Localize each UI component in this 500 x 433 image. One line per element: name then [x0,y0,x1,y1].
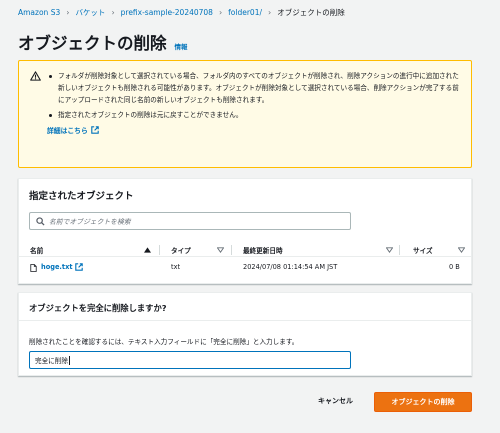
column-divider[interactable] [231,245,232,255]
breadcrumb: Amazon S3 › バケット › prefix-sample-2024070… [18,7,345,18]
sort-descending-icon[interactable] [458,247,465,253]
breadcrumb-current: オブジェクトの削除 [277,8,345,17]
objects-panel: 指定されたオブジェクト 名前でオブジェクトを検索 名前 タイプ 最終更新日時 サ… [18,178,472,284]
breadcrumb-buckets[interactable]: バケット [75,7,105,18]
confirm-input-value: 完全に削除 [35,357,68,365]
cancel-button[interactable]: キャンセル [318,396,353,406]
info-link[interactable]: 情報 [175,41,188,51]
column-divider[interactable] [159,245,160,255]
column-divider[interactable] [399,245,400,255]
object-size: 0 B [449,263,460,271]
text-cursor [68,355,70,365]
column-type[interactable]: タイプ [171,245,191,255]
object-modified: 2024/07/08 01:14:54 AM JST [243,263,338,271]
breadcrumb-folder[interactable]: folder01/ [228,8,262,17]
warning-message: フォルダが削除対象として選択されている場合、フォルダ内のすべてのオブジェクトが削… [47,70,461,106]
confirm-description: 削除されたことを確認するには、テキスト入力フィールドに「完全に削除」と入力します… [29,338,299,346]
search-input[interactable]: 名前でオブジェクトを検索 [29,212,351,230]
warning-alert: フォルダが削除対象として選択されている場合、フォルダ内のすべてのオブジェクトが削… [18,60,472,168]
chevron-right-icon: › [218,8,223,17]
details-link[interactable]: 詳細はこちら [47,125,461,135]
object-name: hoge.txt [41,263,73,271]
search-placeholder: 名前でオブジェクトを検索 [49,218,131,226]
warning-icon [30,71,41,81]
page-header: オブジェクトの削除 情報 [18,30,188,54]
chevron-right-icon: › [111,8,115,17]
external-link-icon [75,263,84,271]
confirm-panel: オブジェクトを完全に削除しますか? 削除されたことを確認するには、テキスト入力フ… [18,292,472,376]
objects-panel-title: 指定されたオブジェクト [29,191,134,202]
external-link-icon [91,126,99,134]
column-modified[interactable]: 最終更新日時 [243,245,283,255]
chevron-right-icon: › [66,8,70,17]
details-link-label: 詳細はこちら [47,127,88,135]
file-icon [30,264,37,272]
column-name[interactable]: 名前 [30,245,43,255]
sort-ascending-icon[interactable] [144,247,151,253]
breadcrumb-bucket[interactable]: prefix-sample-20240708 [121,8,213,17]
table-row: hoge.txt txt 2024/07/08 01:14:54 AM JST … [19,260,471,276]
table-header: 名前 タイプ 最終更新日時 サイズ [19,243,471,257]
confirm-panel-title: オブジェクトを完全に削除しますか? [19,293,471,321]
action-bar: キャンセル オブジェクトの削除 [0,392,500,412]
object-link[interactable]: hoge.txt [41,263,84,271]
page-title: オブジェクトの削除 [18,34,167,53]
search-icon [36,216,45,226]
column-size[interactable]: サイズ [413,245,433,255]
sort-descending-icon[interactable] [386,247,393,253]
warning-list: フォルダが削除対象として選択されている場合、フォルダ内のすべてのオブジェクトが削… [47,70,461,121]
delete-objects-button[interactable]: オブジェクトの削除 [374,392,472,412]
breadcrumb-amazon-s3[interactable]: Amazon S3 [18,8,60,17]
confirm-input[interactable]: 完全に削除 [29,351,351,369]
chevron-right-icon: › [268,8,272,17]
object-type: txt [171,263,181,271]
warning-message: 指定されたオブジェクトの削除は元に戻すことができません。 [47,109,461,121]
sort-descending-icon[interactable] [217,247,224,253]
